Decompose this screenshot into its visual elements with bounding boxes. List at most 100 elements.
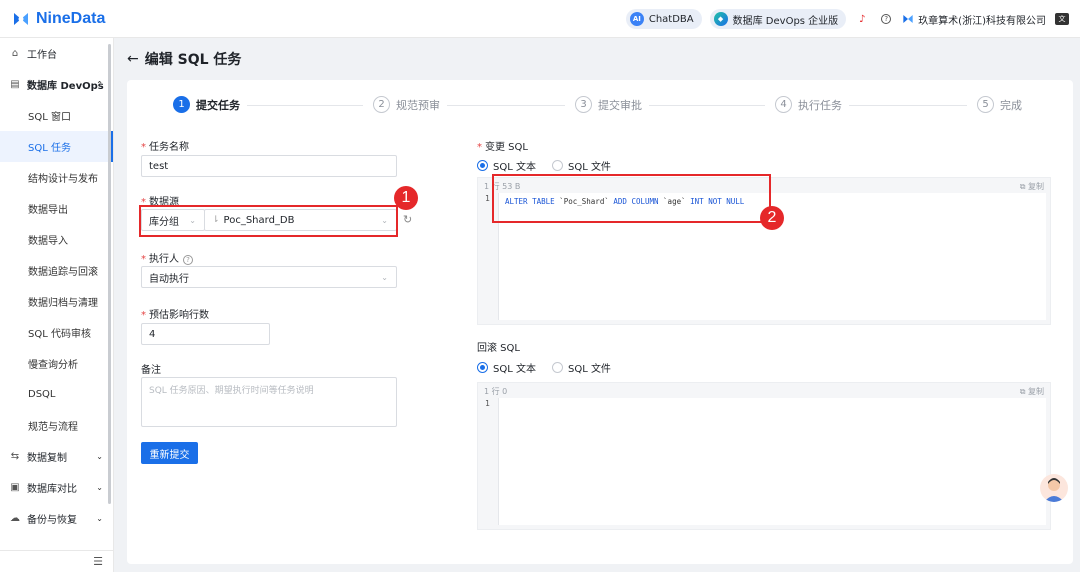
refresh-icon[interactable]: ↻ (403, 213, 412, 226)
sidebar-item-sql-window[interactable]: SQL 窗口 (0, 100, 113, 131)
sidebar-item-label: 数据追踪与回滚 (28, 267, 98, 278)
step-divider (247, 105, 363, 106)
compare-icon: ▣ (10, 482, 20, 493)
collapse-menu-icon: ☰ (93, 555, 103, 568)
devops-menu-icon: ▤ (10, 79, 20, 90)
sidebar-item-workbench[interactable]: ⌂ 工作台 (0, 38, 113, 69)
sidebar: ⌂ 工作台 ▤ 数据库 DevOps ⌃ SQL 窗口 SQL 任务 结构设计与… (0, 38, 114, 572)
sidebar-scrollbar[interactable] (108, 44, 111, 504)
sidebar-collapse-button[interactable]: ☰ (0, 550, 113, 572)
step-approval: 3 提交审批 (575, 96, 642, 113)
sidebar-item-label: SQL 代码审核 (28, 329, 91, 340)
step-divider (849, 105, 967, 106)
company-name: 玖章算术(浙江)科技有限公司 (918, 15, 1046, 27)
question-icon[interactable]: ? (183, 255, 193, 265)
sidebar-item-sql-task[interactable]: SQL 任务 (0, 131, 113, 162)
sidebar-group-compare[interactable]: ▣ 数据库对比 ⌄ (0, 472, 113, 503)
executor-label: * 执行人? (141, 250, 193, 265)
company-switcher[interactable]: 玖章算术(浙江)科技有限公司 (902, 12, 1046, 27)
page-title: 编辑 SQL 任务 (144, 52, 242, 68)
step-divider (447, 105, 565, 106)
chatdba-icon: AI (629, 12, 644, 26)
assistant-avatar-icon (1044, 478, 1064, 502)
notification-icon[interactable]: ♪ (854, 11, 870, 27)
step-number: 3 (575, 96, 592, 113)
step-number: 4 (775, 96, 792, 113)
replication-icon: ⇆ (10, 451, 20, 462)
sidebar-group-backup[interactable]: ☁ 备份与恢复 ⌄ (0, 503, 113, 534)
sidebar-item-rules[interactable]: 规范与流程 (0, 410, 113, 441)
backup-icon: ☁ (10, 513, 20, 524)
chevron-down-icon: ⌄ (96, 483, 103, 492)
chevron-down-icon: ⌄ (96, 452, 103, 461)
sidebar-item-dsql[interactable]: DSQL (0, 379, 113, 410)
copy-button[interactable]: ⧉ 复制 (1020, 181, 1044, 192)
code-area[interactable] (498, 398, 1046, 525)
sidebar-item-label: 结构设计与发布 (28, 174, 98, 185)
sidebar-item-label: SQL 任务 (28, 143, 71, 154)
step-precheck: 2 规范预审 (373, 96, 440, 113)
company-logo-icon (903, 15, 913, 23)
rollback-sql-editor[interactable]: 1 行 0 ⧉ 复制 1 (477, 382, 1051, 530)
sidebar-item-data-tracking[interactable]: 数据追踪与回滚 (0, 255, 113, 286)
radio-sql-text[interactable]: SQL 文本 (477, 360, 536, 375)
logo[interactable]: NineData (12, 10, 105, 28)
sidebar-item-label: SQL 窗口 (28, 112, 71, 123)
rollback-sql-mode: SQL 文本 SQL 文件 (477, 360, 611, 375)
radio-sql-file[interactable]: SQL 文件 (551, 158, 611, 173)
sidebar-item-label: 数据导入 (28, 236, 68, 247)
sidebar-group-replication[interactable]: ⇆ 数据复制 ⌄ (0, 441, 113, 472)
sidebar-item-slow-query[interactable]: 慢查询分析 (0, 348, 113, 379)
remark-label: 备注 (141, 365, 161, 376)
sidebar-item-label: 工作台 (27, 50, 57, 61)
resubmit-button[interactable]: 重新提交 (141, 442, 198, 464)
annotation-number-1: 1 (394, 186, 418, 210)
rows-label: * 预估影响行数 (141, 310, 209, 321)
support-avatar[interactable] (1040, 474, 1068, 502)
step-done: 5 完成 (977, 96, 1022, 113)
annotation-box-1 (139, 205, 398, 237)
copy-button[interactable]: ⧉ 复制 (1020, 386, 1044, 397)
main-content: ← 编辑 SQL 任务 1 提交任务 2 规范预审 3 提交审批 4 执行任务 (115, 38, 1080, 572)
step-number: 5 (977, 96, 994, 113)
chatdba-button[interactable]: AI ChatDBA (625, 9, 702, 29)
ninedata-logo-icon (14, 12, 28, 25)
devops-edition-button[interactable]: ◆ 数据库 DevOps 企业版 (709, 9, 847, 29)
sidebar-item-schema-design[interactable]: 结构设计与发布 (0, 162, 113, 193)
chevron-up-icon: ⌃ (96, 80, 103, 89)
help-icon[interactable]: ? (878, 11, 894, 27)
sidebar-item-data-export[interactable]: 数据导出 (0, 193, 113, 224)
sidebar-item-sql-review[interactable]: SQL 代码审核 (0, 317, 113, 348)
back-arrow-icon[interactable]: ← (127, 51, 139, 67)
radio-sql-file[interactable]: SQL 文件 (551, 360, 611, 375)
step-divider (649, 105, 765, 106)
sidebar-item-label: 备份与恢复 (27, 515, 77, 526)
sidebar-group-devops[interactable]: ▤ 数据库 DevOps ⌃ (0, 69, 113, 100)
sidebar-item-label: 数据归档与清理 (28, 298, 98, 309)
step-execute: 4 执行任务 (775, 96, 842, 113)
task-name-label: * 任务名称 (141, 142, 189, 153)
devops-icon: ◆ (713, 12, 728, 26)
language-icon[interactable]: 文 (1054, 11, 1070, 27)
step-label: 执行任务 (798, 98, 842, 112)
sidebar-item-label: DSQL (28, 389, 56, 400)
rows-input[interactable]: 4 (141, 323, 270, 345)
sidebar-item-label: 数据导出 (28, 205, 68, 216)
change-sql-label: * 变更 SQL (477, 142, 528, 153)
line-number: 1 (485, 194, 490, 203)
sidebar-item-label: 数据复制 (27, 453, 67, 464)
executor-select[interactable]: 自动执行 ⌄ (141, 266, 397, 288)
page-header: ← 编辑 SQL 任务 (115, 38, 1080, 80)
step-label: 提交审批 (598, 98, 642, 112)
chatdba-label: ChatDBA (648, 13, 694, 25)
task-form-card: 1 提交任务 2 规范预审 3 提交审批 4 执行任务 5 完成 * 任务名称 … (127, 80, 1073, 564)
sidebar-item-data-import[interactable]: 数据导入 (0, 224, 113, 255)
step-bar: 1 提交任务 2 规范预审 3 提交审批 4 执行任务 5 完成 (127, 88, 1073, 122)
task-name-input[interactable]: test (141, 155, 397, 177)
chevron-down-icon: ⌄ (96, 514, 103, 523)
remark-textarea[interactable]: SQL 任务原因、期望执行时间等任务说明 (141, 377, 397, 427)
sidebar-item-data-archive[interactable]: 数据归档与清理 (0, 286, 113, 317)
devops-label: 数据库 DevOps 企业版 (732, 15, 839, 27)
sidebar-item-label: 数据库对比 (27, 484, 77, 495)
radio-sql-text[interactable]: SQL 文本 (477, 158, 536, 173)
